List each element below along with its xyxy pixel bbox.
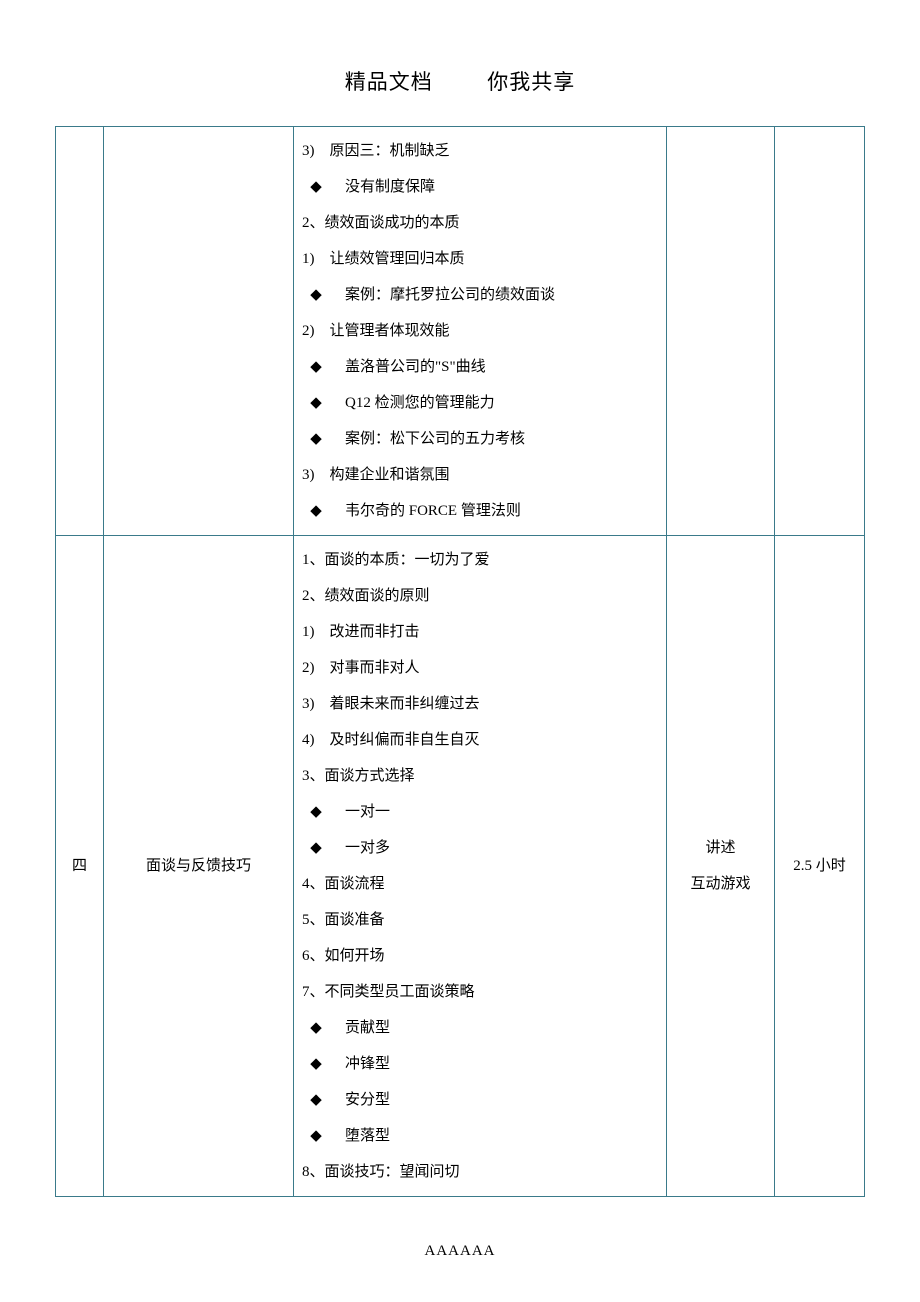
method-line: 互动游戏: [675, 866, 766, 902]
line-text: 安分型: [330, 1092, 390, 1108]
line-text: 案例：松下公司的五力考核: [330, 431, 525, 447]
content-line: 2、绩效面谈成功的本质: [298, 205, 658, 241]
diamond-bullet-icon: ◆: [302, 1118, 330, 1154]
content-line: 4、面谈流程: [298, 866, 658, 902]
method-line: 讲述: [675, 830, 766, 866]
cell-col5: [775, 127, 865, 536]
cell-col1: [56, 127, 104, 536]
document-page: 精品文档 你我共享 3) 原因三：机制缺乏◆ 没有制度保障2、绩效面谈成功的本质…: [0, 0, 920, 1300]
content-line: 7、不同类型员工面谈策略: [298, 974, 658, 1010]
cell-col5: 2.5 小时: [775, 536, 865, 1197]
line-text: Q12 检测您的管理能力: [330, 395, 495, 411]
diamond-bullet-icon: ◆: [302, 1046, 330, 1082]
line-text: 冲锋型: [330, 1056, 390, 1072]
diamond-bullet-icon: ◆: [302, 349, 330, 385]
cell-col4: [667, 127, 775, 536]
content-line: 3) 着眼未来而非纠缠过去: [298, 686, 658, 722]
diamond-bullet-icon: ◆: [302, 169, 330, 205]
content-line: ◆ 一对多: [298, 830, 658, 866]
content-line: ◆ 安分型: [298, 1082, 658, 1118]
content-line: ◆ 贡献型: [298, 1010, 658, 1046]
content-line: 3) 构建企业和谐氛围: [298, 457, 658, 493]
content-line: 3) 原因三：机制缺乏: [298, 133, 658, 169]
content-line: 2、绩效面谈的原则: [298, 578, 658, 614]
content-line: ◆ 冲锋型: [298, 1046, 658, 1082]
line-text: 堕落型: [330, 1128, 390, 1144]
diamond-bullet-icon: ◆: [302, 421, 330, 457]
diamond-bullet-icon: ◆: [302, 277, 330, 313]
content-table: 3) 原因三：机制缺乏◆ 没有制度保障2、绩效面谈成功的本质1) 让绩效管理回归…: [55, 126, 865, 1197]
cell-content: 3) 原因三：机制缺乏◆ 没有制度保障2、绩效面谈成功的本质1) 让绩效管理回归…: [294, 127, 667, 536]
content-line: ◆ 堕落型: [298, 1118, 658, 1154]
cell-col1: 四: [56, 536, 104, 1197]
line-text: 一对多: [330, 840, 390, 856]
diamond-bullet-icon: ◆: [302, 1082, 330, 1118]
content-line: ◆ 案例：松下公司的五力考核: [298, 421, 658, 457]
content-line: 1) 让绩效管理回归本质: [298, 241, 658, 277]
table-row: 四 面谈与反馈技巧 1、面谈的本质：一切为了爱2、绩效面谈的原则1) 改进而非打…: [56, 536, 865, 1197]
content-line: ◆ 盖洛普公司的"S"曲线: [298, 349, 658, 385]
diamond-bullet-icon: ◆: [302, 385, 330, 421]
cell-col4: 讲述 互动游戏: [667, 536, 775, 1197]
content-line: 2) 对事而非对人: [298, 650, 658, 686]
line-text: 没有制度保障: [330, 179, 435, 195]
content-line: 6、如何开场: [298, 938, 658, 974]
page-footer: AAAAAA: [55, 1243, 865, 1260]
line-text: 盖洛普公司的"S"曲线: [330, 359, 486, 375]
diamond-bullet-icon: ◆: [302, 1010, 330, 1046]
line-text: 一对一: [330, 804, 390, 820]
content-line: 1) 改进而非打击: [298, 614, 658, 650]
line-text: 贡献型: [330, 1020, 390, 1036]
content-line: 4) 及时纠偏而非自生自灭: [298, 722, 658, 758]
diamond-bullet-icon: ◆: [302, 830, 330, 866]
table-row: 3) 原因三：机制缺乏◆ 没有制度保障2、绩效面谈成功的本质1) 让绩效管理回归…: [56, 127, 865, 536]
content-line: 3、面谈方式选择: [298, 758, 658, 794]
content-line: ◆ 没有制度保障: [298, 169, 658, 205]
line-text: 韦尔奇的 FORCE 管理法则: [330, 503, 521, 519]
content-line: ◆ 韦尔奇的 FORCE 管理法则: [298, 493, 658, 529]
content-line: 1、面谈的本质：一切为了爱: [298, 542, 658, 578]
cell-col2: [104, 127, 294, 536]
header-left: 精品文档: [345, 70, 433, 94]
page-header: 精品文档 你我共享: [55, 66, 865, 96]
line-text: 案例：摩托罗拉公司的绩效面谈: [330, 287, 555, 303]
content-line: ◆ 案例：摩托罗拉公司的绩效面谈: [298, 277, 658, 313]
content-line: 8、面谈技巧：望闻问切: [298, 1154, 658, 1190]
content-line: ◆ Q12 检测您的管理能力: [298, 385, 658, 421]
header-right: 你我共享: [487, 70, 575, 94]
cell-col2: 面谈与反馈技巧: [104, 536, 294, 1197]
diamond-bullet-icon: ◆: [302, 794, 330, 830]
content-line: 2) 让管理者体现效能: [298, 313, 658, 349]
content-line: ◆ 一对一: [298, 794, 658, 830]
diamond-bullet-icon: ◆: [302, 493, 330, 529]
content-line: 5、面谈准备: [298, 902, 658, 938]
cell-content: 1、面谈的本质：一切为了爱2、绩效面谈的原则1) 改进而非打击2) 对事而非对人…: [294, 536, 667, 1197]
